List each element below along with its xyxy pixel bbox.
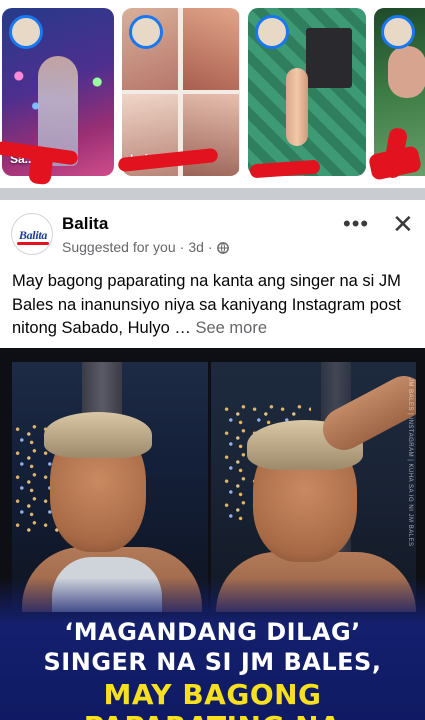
- story-object: [306, 28, 352, 88]
- close-icon[interactable]: ✕: [392, 210, 414, 238]
- headline-line-1: ‘MAGANDANG DILAG’: [64, 618, 361, 646]
- post-time-link[interactable]: 3d: [188, 239, 204, 255]
- post-image[interactable]: JM BALES | INSTAGRAM | KUHA SA IG NI JM …: [0, 348, 425, 720]
- headline-line-4: PAPARATING NA: [0, 710, 425, 720]
- more-horizontal-icon[interactable]: •••: [343, 213, 369, 235]
- suggested-label: Suggested for you: [62, 239, 176, 255]
- image-headline: ‘MAGANDANG DILAG’ SINGER NA SI JM BALES,…: [0, 578, 425, 720]
- headline-line-3: MAY BAGONG: [103, 678, 322, 711]
- story-object: [286, 68, 308, 146]
- page-avatar[interactable]: Balita: [11, 213, 53, 255]
- logo-swoosh: [17, 242, 49, 245]
- avatar: [381, 15, 415, 49]
- meta-separator: ·: [179, 239, 185, 255]
- avatar: [255, 15, 289, 49]
- story-card-3[interactable]: [248, 8, 366, 176]
- post-header: Balita Balita Suggested for you · 3d · •…: [0, 200, 425, 270]
- redaction-scribble: [28, 148, 54, 186]
- photo-left: [12, 362, 208, 612]
- see-more-link[interactable]: See more: [195, 319, 267, 337]
- image-watermark: JM BALES | INSTAGRAM | KUHA SA IG NI JM …: [407, 378, 413, 547]
- avatar: [129, 15, 163, 49]
- avatar: [9, 15, 43, 49]
- stories-strip: Sa... Lola...: [0, 0, 425, 188]
- post-meta: Suggested for you · 3d ·: [62, 239, 229, 255]
- person-hair: [44, 412, 152, 458]
- meta-separator: ·: [207, 239, 213, 255]
- headline-line-2: SINGER NA SI JM BALES,: [43, 648, 382, 676]
- page-logo-text: Balita: [18, 228, 48, 242]
- page-name-link[interactable]: Balita: [62, 214, 108, 234]
- post-text: May bagong paparating na kanta ang singe…: [12, 270, 414, 341]
- globe-icon: [216, 241, 229, 254]
- story-photo: [183, 8, 239, 90]
- photo-right: [211, 362, 416, 612]
- feed-divider: [0, 188, 425, 200]
- story-figure: [388, 46, 425, 98]
